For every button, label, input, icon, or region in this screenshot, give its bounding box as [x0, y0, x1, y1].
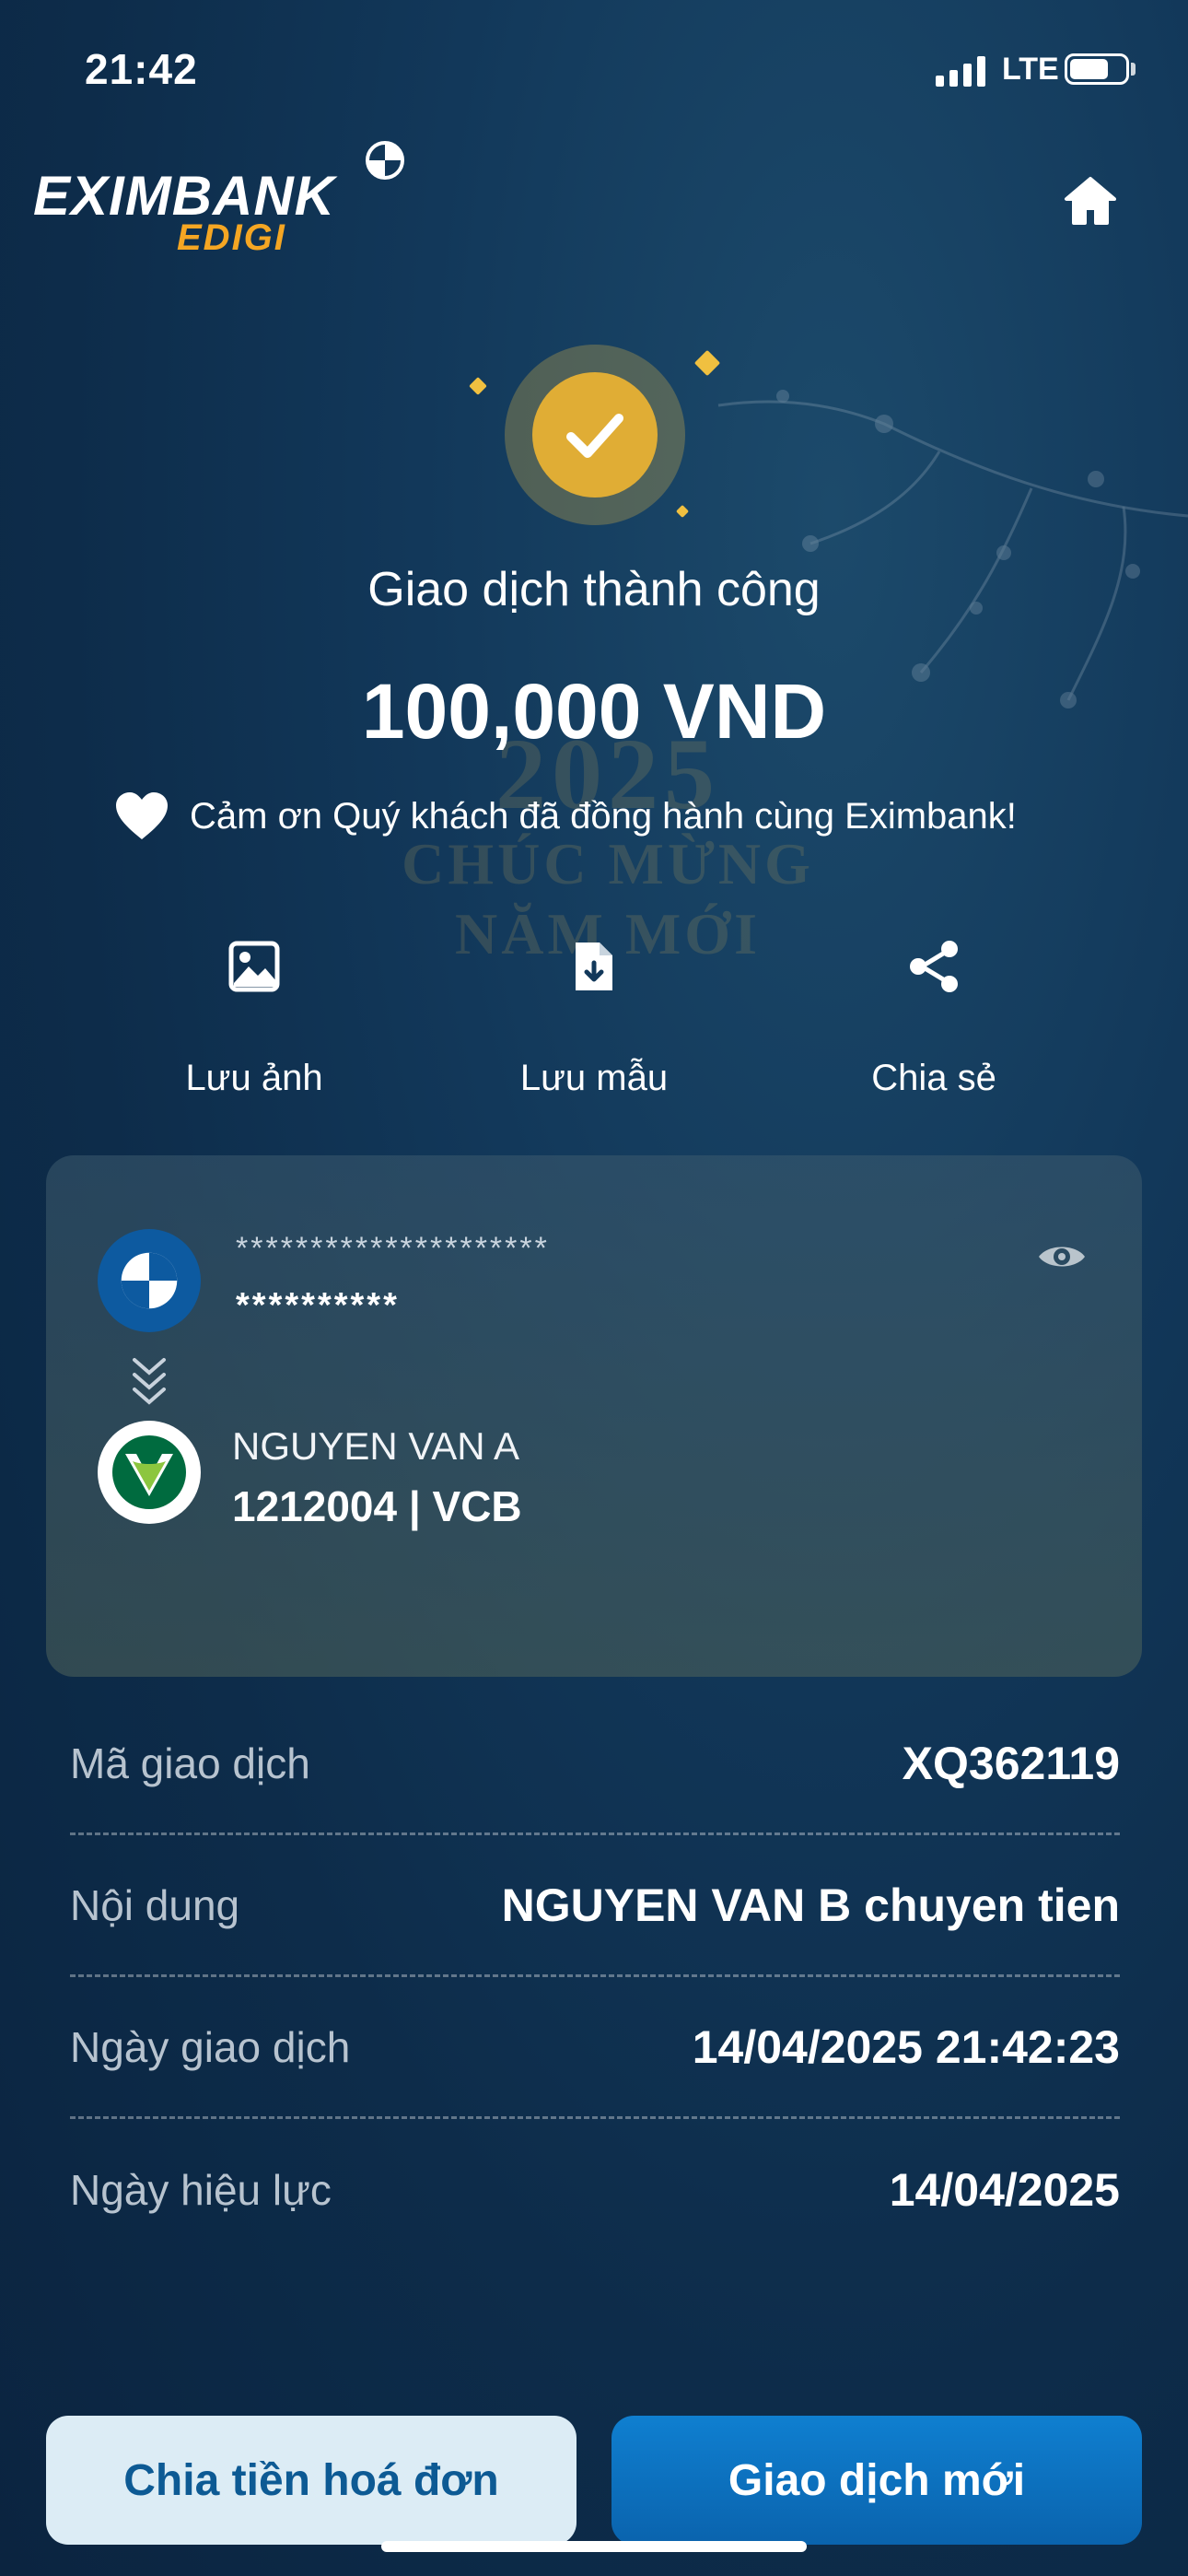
save-image-label: Lưu ảnh — [185, 1058, 323, 1098]
detail-row-effective-date: Ngày hiệu lực 14/04/2025 — [70, 2119, 1120, 2261]
thank-you-text: Cảm ơn Quý khách đã đồng hành cùng Eximb… — [190, 795, 1017, 837]
eximbank-mark-icon — [366, 141, 404, 180]
vcb-bank-avatar — [98, 1421, 201, 1524]
transfer-card — [46, 1155, 1142, 1677]
chevron-down-icon — [133, 1358, 166, 1405]
eximbank-mark-icon — [121, 1252, 178, 1309]
battery-icon — [1065, 53, 1129, 85]
detail-label: Ngày hiệu lực — [70, 2166, 332, 2214]
save-image-button[interactable]: Lưu ảnh — [134, 925, 374, 1099]
detail-label: Mã giao dịch — [70, 1739, 310, 1787]
new-transaction-button[interactable]: Giao dịch mới — [611, 2416, 1142, 2545]
thank-you-message: Cảm ơn Quý khách đã đồng hành cùng Eximb… — [114, 790, 1017, 842]
home-icon[interactable] — [1063, 175, 1118, 227]
heart-icon — [116, 792, 168, 839]
battery-cap — [1131, 63, 1136, 76]
vcb-logo-icon — [112, 1435, 186, 1509]
save-template-label: Lưu mẫu — [519, 1058, 669, 1098]
recipient-account: 1212004 | VCB — [232, 1482, 522, 1530]
split-bill-button[interactable]: Chia tiền hoá đơn — [46, 2416, 577, 2545]
transaction-amount: 100,000 VND — [361, 668, 827, 755]
status-time: 21:42 — [85, 45, 198, 93]
detail-label: Nội dung — [70, 1880, 240, 1929]
save-template-icon — [576, 943, 612, 990]
home-indicator[interactable] — [381, 2541, 807, 2552]
share-button[interactable]: Chia sẻ — [814, 925, 1054, 1099]
detail-row-transaction-date: Ngày giao dịch 14/04/2025 21:42:23 — [70, 1977, 1120, 2119]
recipient-name: NGUYEN VAN A — [232, 1424, 519, 1468]
blossom-decoration — [717, 390, 1188, 708]
detail-value: XQ362119 — [902, 1737, 1120, 1789]
source-account-name: ********** — [236, 1286, 400, 1325]
sparkle-icon — [675, 504, 690, 519]
detail-row-content: Nội dung NGUYEN VAN B chuyen tien — [70, 1835, 1120, 1977]
source-account-number: ********************* — [236, 1231, 550, 1266]
share-icon — [910, 941, 958, 992]
success-check-icon — [532, 372, 658, 498]
save-template-button[interactable]: Lưu mẫu — [474, 925, 714, 1099]
eye-icon[interactable] — [1037, 1238, 1087, 1275]
detail-row-transaction-id: Mã giao dịch XQ362119 — [70, 1693, 1120, 1835]
detail-value: 14/04/2025 — [889, 2164, 1120, 2216]
transaction-status: Giao dịch thành công — [367, 563, 821, 616]
detail-value: NGUYEN VAN B chuyen tien — [501, 1879, 1120, 1931]
signal-icon — [936, 53, 985, 87]
sparkle-icon — [469, 377, 487, 395]
detail-label: Ngày giao dịch — [70, 2022, 351, 2071]
eximbank-avatar — [98, 1229, 201, 1332]
share-label: Chia sẻ — [871, 1058, 996, 1098]
edigi-logo: EDIGI — [177, 217, 286, 258]
network-type: LTE — [1002, 52, 1059, 87]
image-icon — [228, 941, 280, 992]
detail-value: 14/04/2025 21:42:23 — [692, 2020, 1120, 2073]
